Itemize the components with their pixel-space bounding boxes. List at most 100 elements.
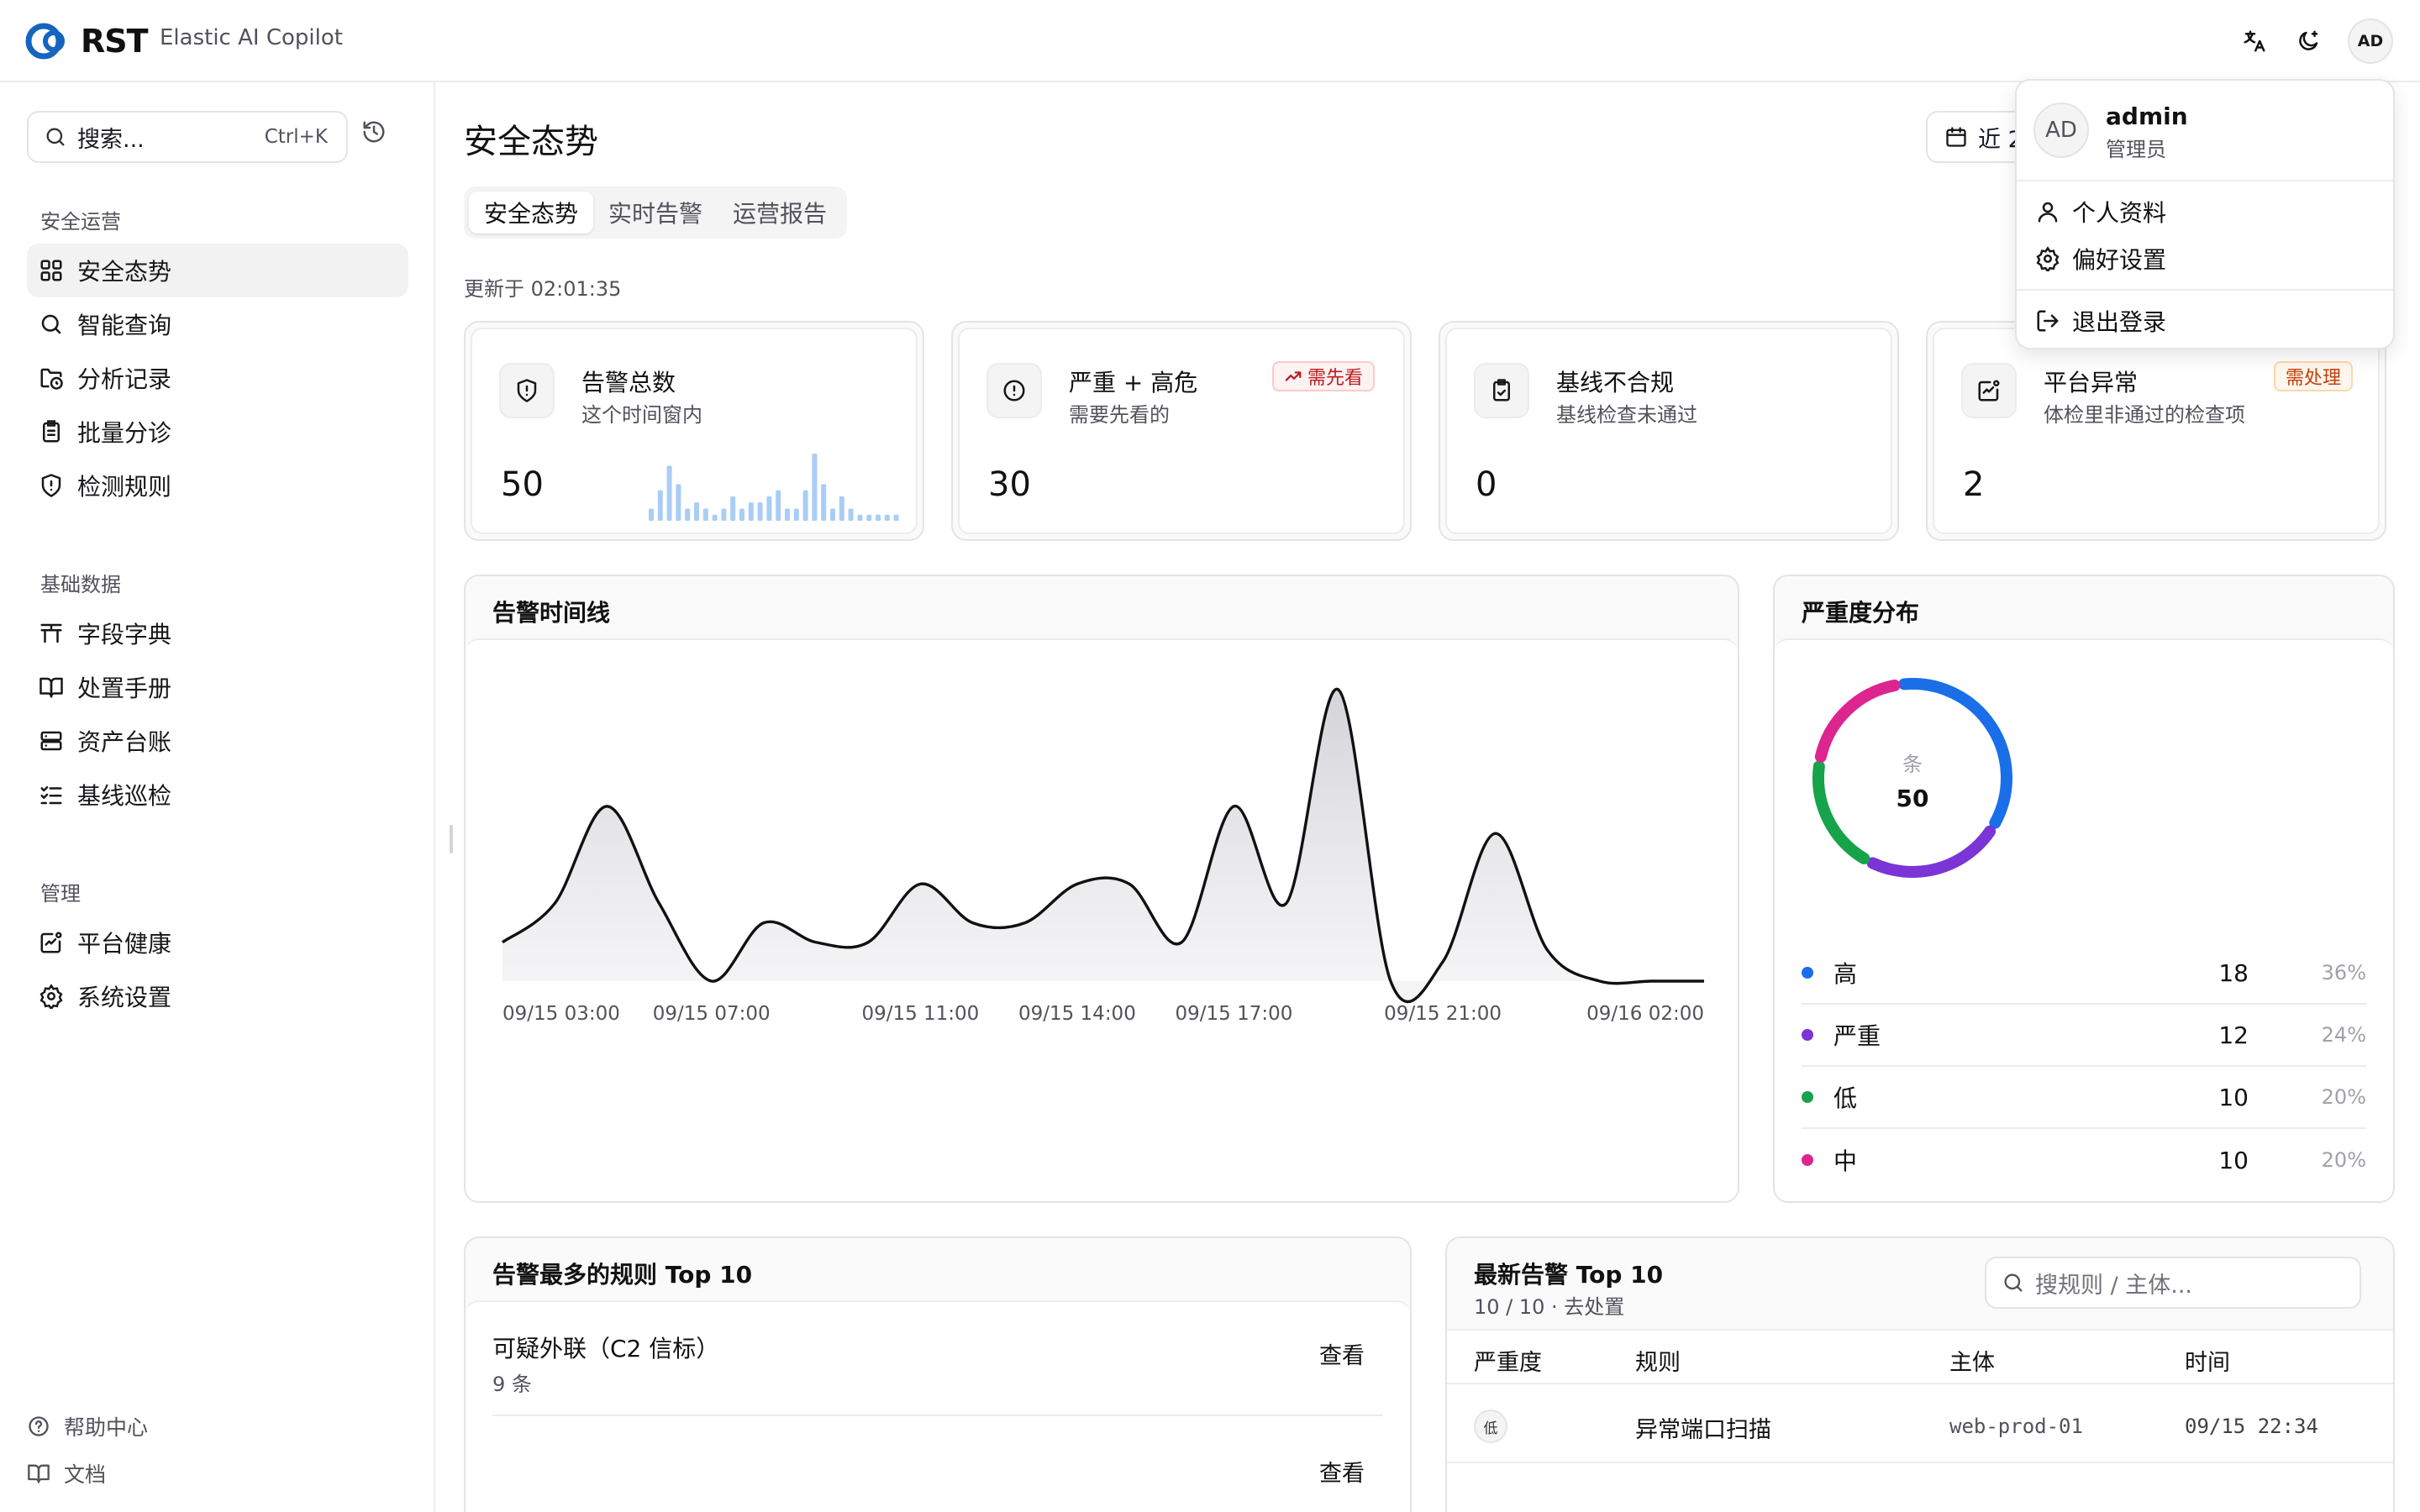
sidebar-item-label: 平台健康 <box>77 930 172 958</box>
x-tick-label: 09/16 02:00 <box>1586 1003 1704 1025</box>
sparkline-bar <box>776 490 781 521</box>
sidebar-item-baseline[interactable]: 基线巡检 <box>27 768 408 822</box>
kpi-value: 50 <box>501 465 544 504</box>
sidebar-item-posture[interactable]: 安全态势 <box>27 244 408 297</box>
docs-label: 文档 <box>64 1462 107 1487</box>
severity-count: 10 <box>2218 1146 2249 1174</box>
kpi-card-baseline[interactable]: 基线不合规 基线检查未通过 0 <box>1439 321 1899 541</box>
theme-toggle-button[interactable] <box>2289 22 2328 60</box>
menu-item-logout[interactable]: 退出登录 <box>2035 302 2166 339</box>
help-center-link[interactable]: 帮助中心 <box>27 1410 148 1443</box>
history-button[interactable] <box>361 119 387 148</box>
severity-count: 18 <box>2218 958 2249 987</box>
page-title: 安全态势 <box>464 123 598 161</box>
severity-dot <box>1802 1029 1813 1041</box>
severity-row-critical: 严重 12 24% <box>1802 1005 2366 1067</box>
severity-panel: 严重度分布 条 50 高 18 36% 严重 12 24% 低 10 20% 中 … <box>1773 575 2395 1203</box>
priority-badge: 需先看 <box>1271 361 1375 391</box>
sidebar-item-label: 安全态势 <box>77 258 172 286</box>
user-avatar-button[interactable]: AD <box>2348 18 2393 64</box>
sparkline-bar <box>702 508 708 521</box>
sparkline-bar <box>821 484 827 521</box>
rule-row[interactable]: 查看 <box>492 1416 1383 1512</box>
kpi-value: 30 <box>988 465 1031 504</box>
tab-ops-report[interactable]: 运营报告 <box>718 192 842 234</box>
severity-name: 低 <box>1833 1084 1858 1112</box>
tab-posture[interactable]: 安全态势 <box>469 192 593 234</box>
sparkline-bar <box>666 465 672 521</box>
x-tick-label: 09/15 17:00 <box>1175 1003 1292 1025</box>
time-range-button[interactable]: 近 2 <box>1926 111 2027 163</box>
severity-name: 中 <box>1833 1147 1858 1175</box>
column-header-rule[interactable]: 规则 <box>1635 1344 1681 1377</box>
rule-row[interactable]: 可疑外联（C2 信标） 9 条 查看 <box>492 1302 1383 1416</box>
rule-view-button[interactable]: 查看 <box>1319 1455 1365 1488</box>
sidebar-item-smart-query[interactable]: 智能查询 <box>27 297 408 351</box>
docs-link[interactable]: 文档 <box>27 1457 106 1490</box>
sparkline-bar <box>785 508 790 521</box>
severity-dot <box>1802 1154 1813 1166</box>
sparkline-bar <box>766 496 772 521</box>
severity-body: 条 50 高 18 36% 严重 12 24% 低 10 20% 中 10 20% <box>1775 638 2393 1201</box>
kpi-icon-box <box>499 363 555 418</box>
alert-timeline-chart: 09/15 03:00 09/15 07:00 09/15 11:00 09/15 1… <box>501 688 1704 1025</box>
table-divider <box>1447 1462 2393 1463</box>
logo[interactable]: RST <box>24 20 149 62</box>
sidebar-item-field-dictionary[interactable]: 字段字典 <box>27 606 408 660</box>
column-header-severity[interactable]: 严重度 <box>1474 1344 1542 1377</box>
kpi-card-platform-anomaly[interactable]: 平台异常 体检里非通过的检查项 2 需处理 <box>1926 321 2386 541</box>
severity-name: 高 <box>1833 960 1858 988</box>
dropdown-role: 管理员 <box>2106 138 2166 161</box>
severity-pct: 20% <box>2321 1148 2366 1172</box>
trending-up-icon <box>1285 371 1302 381</box>
tab-realtime-alerts[interactable]: 实时告警 <box>593 192 718 234</box>
sidebar-item-analysis[interactable]: 分析记录 <box>27 351 408 405</box>
sidebar-item-label: 检测规则 <box>77 473 172 501</box>
alert-host: web-prod-01 <box>1949 1415 2083 1438</box>
shield-alert-icon <box>41 474 61 497</box>
severity-donut-chart: 条 50 <box>1812 678 2012 878</box>
top-rules-body: 可疑外联（C2 信标） 9 条 查看 查看 <box>466 1300 1410 1512</box>
translate-button[interactable] <box>2235 22 2274 60</box>
donut-slice[interactable] <box>1866 825 1996 878</box>
sidebar-item-label: 处置手册 <box>77 675 172 702</box>
sidebar-item-platform-health[interactable]: 平台健康 <box>27 916 408 969</box>
sidebar-item-label: 批量分诊 <box>77 419 172 447</box>
app-name: Elastic AI Copilot <box>160 25 343 50</box>
kpi-value: 0 <box>1476 465 1497 504</box>
sidebar-item-triage[interactable]: 批量分诊 <box>27 405 408 459</box>
sidebar-item-detection-rules[interactable]: 检测规则 <box>27 459 408 512</box>
sparkline-bar <box>730 496 736 521</box>
column-header-host[interactable]: 主体 <box>1949 1344 1995 1377</box>
sparkline-bar <box>721 508 727 521</box>
sparkline-bar <box>694 502 699 521</box>
sidebar-search-input[interactable]: 搜索... Ctrl+K <box>27 111 348 163</box>
kpi-icon-box <box>1961 363 2017 418</box>
severity-badge: 低 <box>1474 1410 1507 1443</box>
dropdown-separator <box>2017 289 2393 291</box>
sidebar-item-settings[interactable]: 系统设置 <box>27 969 408 1023</box>
search-placeholder: 搜索... <box>77 126 145 153</box>
donut-slice[interactable] <box>1814 680 1901 763</box>
app-header: RST Elastic AI Copilot AD <box>0 0 2420 82</box>
sparkline-bar <box>757 502 763 521</box>
search-icon <box>2004 1273 2023 1292</box>
kpi-subtitle: 这个时间窗内 <box>581 403 702 427</box>
latest-alerts-subtitle[interactable]: 10 / 10 · 去处置 <box>1474 1290 1624 1320</box>
menu-item-profile[interactable]: 个人资料 <box>2035 193 2166 230</box>
kpi-card-critical-high[interactable]: 严重 + 高危 需要先看的 30 需先看 <box>951 321 1412 541</box>
alert-rule: 异常端口扫描 <box>1635 1417 1771 1443</box>
rule-view-button[interactable]: 查看 <box>1319 1337 1365 1370</box>
column-header-time[interactable]: 时间 <box>2185 1344 2230 1377</box>
donut-slice[interactable] <box>1812 760 1870 865</box>
sidebar-resize-handle[interactable] <box>450 825 453 853</box>
sidebar: 搜索... Ctrl+K 安全运营 安全态势 智能查询 分析记录 批量分诊 检测… <box>0 82 435 1512</box>
menu-item-preferences[interactable]: 偏好设置 <box>2035 240 2166 277</box>
kpi-card-total-alerts[interactable]: 告警总数 这个时间窗内 50 <box>464 321 924 541</box>
sparkline-bar <box>857 514 863 521</box>
alert-search-input[interactable]: 搜规则 / 主体... <box>1985 1257 2361 1309</box>
activity-icon <box>40 932 62 953</box>
severity-count: 10 <box>2218 1083 2249 1111</box>
sidebar-item-assets[interactable]: 资产台账 <box>27 714 408 768</box>
sidebar-item-playbook[interactable]: 处置手册 <box>27 660 408 714</box>
